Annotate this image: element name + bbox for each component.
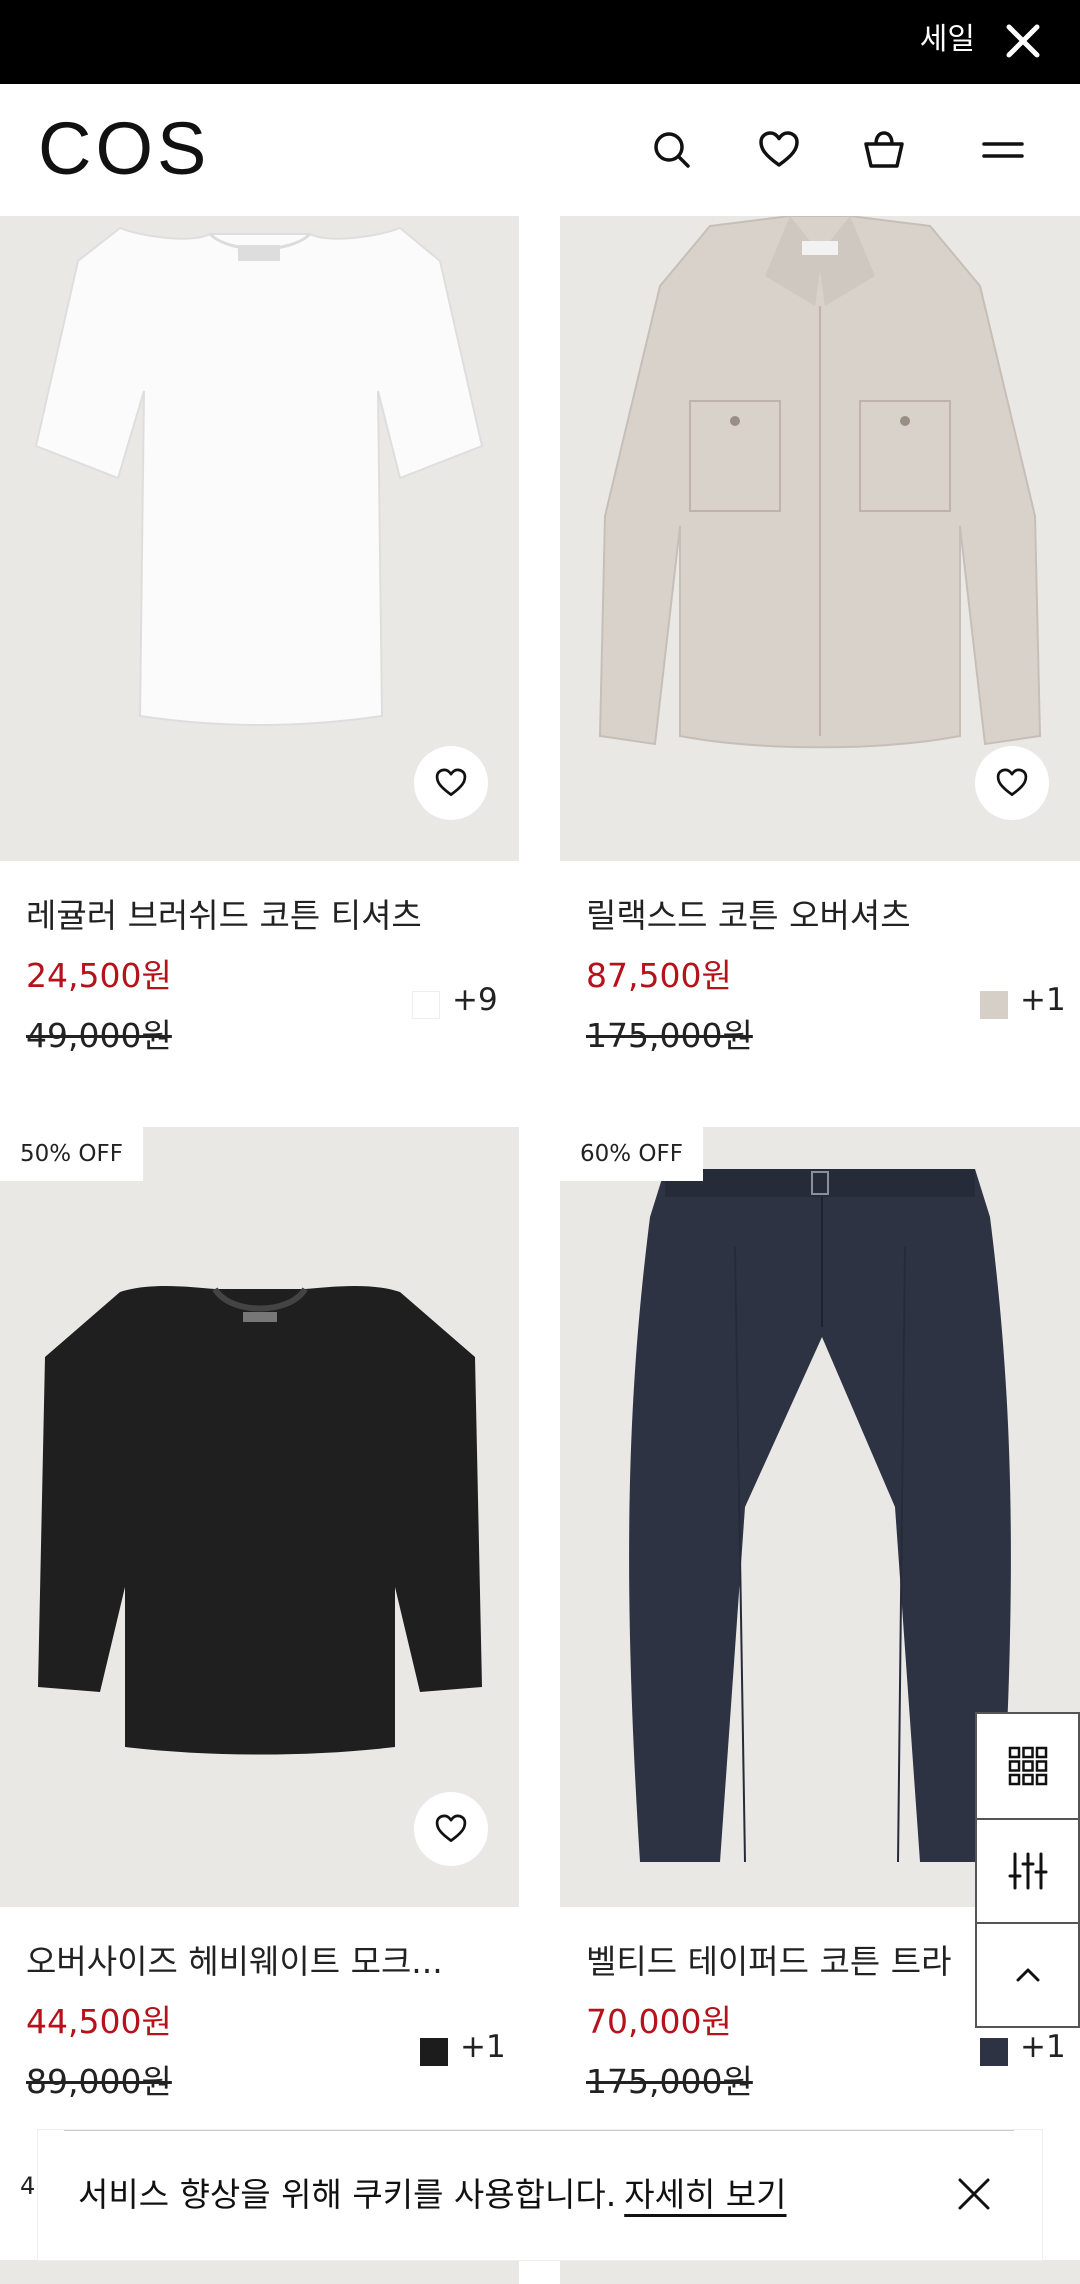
- cookie-banner: 서비스 향상을 위해 쿠키를 사용합니다. 자세히 보기: [38, 2130, 1042, 2260]
- sale-price: 87,500원: [586, 956, 732, 995]
- more-colors-count: +1: [1020, 982, 1066, 1018]
- discount-badge: 60% OFF: [560, 1127, 703, 1181]
- product-card[interactable]: 50% OFF 오버사이즈 헤비웨이트 모크... 44,500원 89,000…: [0, 1127, 519, 2127]
- heart-icon: [435, 1814, 467, 1842]
- original-price: 175,000원: [586, 1016, 753, 1055]
- color-swatch[interactable]: [412, 991, 440, 1019]
- next-product-image[interactable]: [560, 2260, 1080, 2284]
- product-name[interactable]: 릴랙스드 코튼 오버셔츠: [586, 889, 911, 937]
- cookie-learn-more-link[interactable]: 자세히 보기: [624, 2175, 786, 2214]
- more-colors-count: +9: [452, 982, 498, 1018]
- sale-banner[interactable]: 세일: [0, 0, 1080, 84]
- heart-icon[interactable]: [757, 128, 801, 172]
- product-image[interactable]: 50% OFF: [0, 1127, 519, 1907]
- original-price: 175,000원: [586, 2062, 753, 2101]
- chevron-up-icon: [1016, 1968, 1039, 1982]
- next-product-image[interactable]: [0, 2260, 519, 2284]
- divider: [64, 2130, 1014, 2131]
- close-icon[interactable]: [1004, 22, 1042, 60]
- site-header: COS: [0, 84, 1080, 216]
- product-card[interactable]: 레귤러 브러쉬드 코튼 티셔츠 24,500원 49,000원 +9: [0, 216, 519, 1096]
- wishlist-button[interactable]: [414, 1792, 488, 1866]
- heart-icon: [996, 768, 1028, 796]
- wishlist-button[interactable]: [975, 746, 1049, 820]
- product-name[interactable]: 레귤러 브러쉬드 코튼 티셔츠: [26, 889, 422, 937]
- grid-view-icon: [1008, 1746, 1047, 1786]
- product-card[interactable]: 릴랙스드 코튼 오버셔츠 87,500원 175,000원 +1: [560, 216, 1080, 1096]
- more-colors-count: +1: [1020, 2029, 1066, 2065]
- product-name[interactable]: 오버사이즈 헤비웨이트 모크...: [26, 1935, 486, 1983]
- cookie-message: 서비스 향상을 위해 쿠키를 사용합니다. 자세히 보기: [78, 2168, 787, 2216]
- floating-toolbar: [975, 1712, 1080, 2028]
- product-image[interactable]: [560, 216, 1080, 861]
- scroll-top-button[interactable]: [977, 1922, 1078, 2026]
- filter-icon: [1008, 1852, 1047, 1890]
- discount-badge: 50% OFF: [0, 1127, 143, 1181]
- color-swatch[interactable]: [980, 991, 1008, 1019]
- brand-logo[interactable]: COS: [38, 109, 210, 189]
- original-price: 49,000원: [26, 1016, 172, 1055]
- menu-icon[interactable]: [980, 128, 1026, 172]
- filter-button[interactable]: [977, 1818, 1078, 1922]
- grid-view-button[interactable]: [977, 1714, 1078, 1818]
- more-colors-count: +1: [460, 2029, 506, 2065]
- cookie-text: 서비스 향상을 위해 쿠키를 사용합니다.: [78, 2175, 617, 2214]
- close-icon[interactable]: [954, 2174, 994, 2214]
- original-price: 89,000원: [26, 2062, 172, 2101]
- search-icon[interactable]: [650, 128, 694, 172]
- sale-price: 70,000원: [586, 2002, 732, 2041]
- sale-banner-text: 세일: [919, 22, 975, 57]
- sale-price: 24,500원: [26, 956, 172, 995]
- color-swatch[interactable]: [420, 2038, 448, 2066]
- bag-icon[interactable]: [862, 128, 906, 172]
- wishlist-button[interactable]: [414, 746, 488, 820]
- color-swatch[interactable]: [980, 2038, 1008, 2066]
- heart-icon: [435, 768, 467, 796]
- sale-price: 44,500원: [26, 2002, 172, 2041]
- product-image[interactable]: [0, 216, 519, 861]
- product-name[interactable]: 벨티드 테이퍼드 코튼 트라: [586, 1935, 1001, 1983]
